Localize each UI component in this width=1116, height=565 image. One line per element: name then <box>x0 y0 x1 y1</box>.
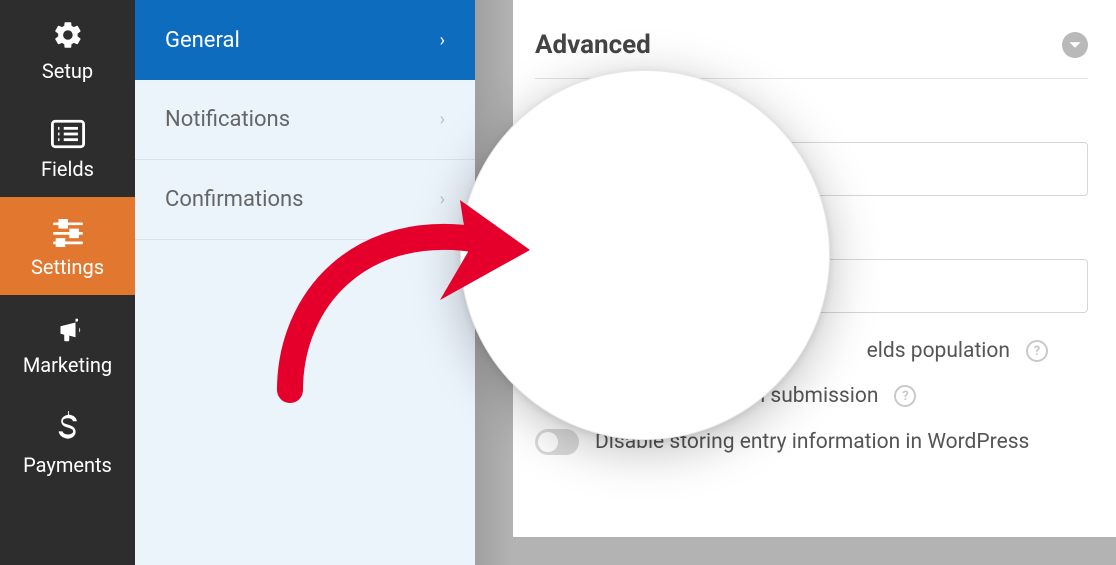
dollar-icon <box>48 411 88 445</box>
toggle-label: elds population <box>867 339 1010 363</box>
settings-panel: Advanced Form CSS Class ? Submit Button … <box>513 0 1116 565</box>
nav-label: Payments <box>0 453 135 477</box>
chevron-down-icon[interactable] <box>1062 32 1088 58</box>
submit-css-class-input[interactable] <box>535 259 1088 313</box>
label-text: Submit Button CSS Class <box>535 222 780 247</box>
nav-item-setup[interactable]: Setup <box>0 0 135 99</box>
submenu-item-general[interactable]: General › <box>135 0 475 80</box>
toggle-row-disable-store: Disable storing entry information in Wor… <box>535 429 1088 455</box>
form-css-class-input[interactable] <box>535 142 1088 196</box>
help-icon[interactable]: ? <box>1026 340 1048 362</box>
chevron-right-icon: › <box>440 109 445 130</box>
bullhorn-icon <box>48 313 88 347</box>
submenu-item-confirmations[interactable]: Confirmations › <box>135 160 475 240</box>
nav-label: Fields <box>0 157 135 181</box>
toggle-row-ajax: Enable AJAX form submission ? <box>535 383 1088 409</box>
list-icon <box>48 117 88 151</box>
section-title: Advanced <box>535 30 651 60</box>
form-css-class-field: Form CSS Class ? <box>535 105 1088 196</box>
toggle-disable-store[interactable] <box>535 429 579 455</box>
nav-label: Settings <box>0 255 135 279</box>
field-label: Form CSS Class ? <box>535 105 1088 130</box>
chevron-right-icon: › <box>440 30 445 51</box>
shadow-strip <box>475 0 513 565</box>
toggle-ajax[interactable] <box>535 383 579 409</box>
nav-label: Marketing <box>0 353 135 377</box>
section-header[interactable]: Advanced <box>535 30 1088 79</box>
nav-item-settings[interactable]: Settings <box>0 197 135 295</box>
submenu-item-notifications[interactable]: Notifications › <box>135 80 475 160</box>
nav-item-marketing[interactable]: Marketing <box>0 295 135 393</box>
toggle-label: Enable AJAX form submission <box>595 384 878 408</box>
nav-label: Setup <box>0 59 135 83</box>
chevron-right-icon: › <box>440 189 445 210</box>
help-icon[interactable]: ? <box>894 385 916 407</box>
settings-submenu: General › Notifications › Confirmations … <box>135 0 475 565</box>
sliders-icon <box>48 215 88 249</box>
toggle-label: Disable storing entry information in Wor… <box>595 430 1029 454</box>
nav-item-payments[interactable]: Payments <box>0 393 135 493</box>
toggle-row-fields-population: elds population ? <box>535 339 1088 363</box>
left-nav: Setup Fields Settings Marketing Payments <box>0 0 135 565</box>
submenu-label: Confirmations <box>165 187 304 212</box>
panel-bottom-shadow <box>513 537 1116 565</box>
submenu-label: Notifications <box>165 107 290 132</box>
field-label: Submit Button CSS Class <box>535 222 1088 247</box>
label-text: Form CSS Class <box>535 105 692 130</box>
help-icon[interactable]: ? <box>700 107 722 129</box>
nav-item-fields[interactable]: Fields <box>0 99 135 197</box>
gear-icon <box>48 18 88 52</box>
submenu-label: General <box>165 28 240 53</box>
submit-css-class-field: Submit Button CSS Class <box>535 222 1088 313</box>
